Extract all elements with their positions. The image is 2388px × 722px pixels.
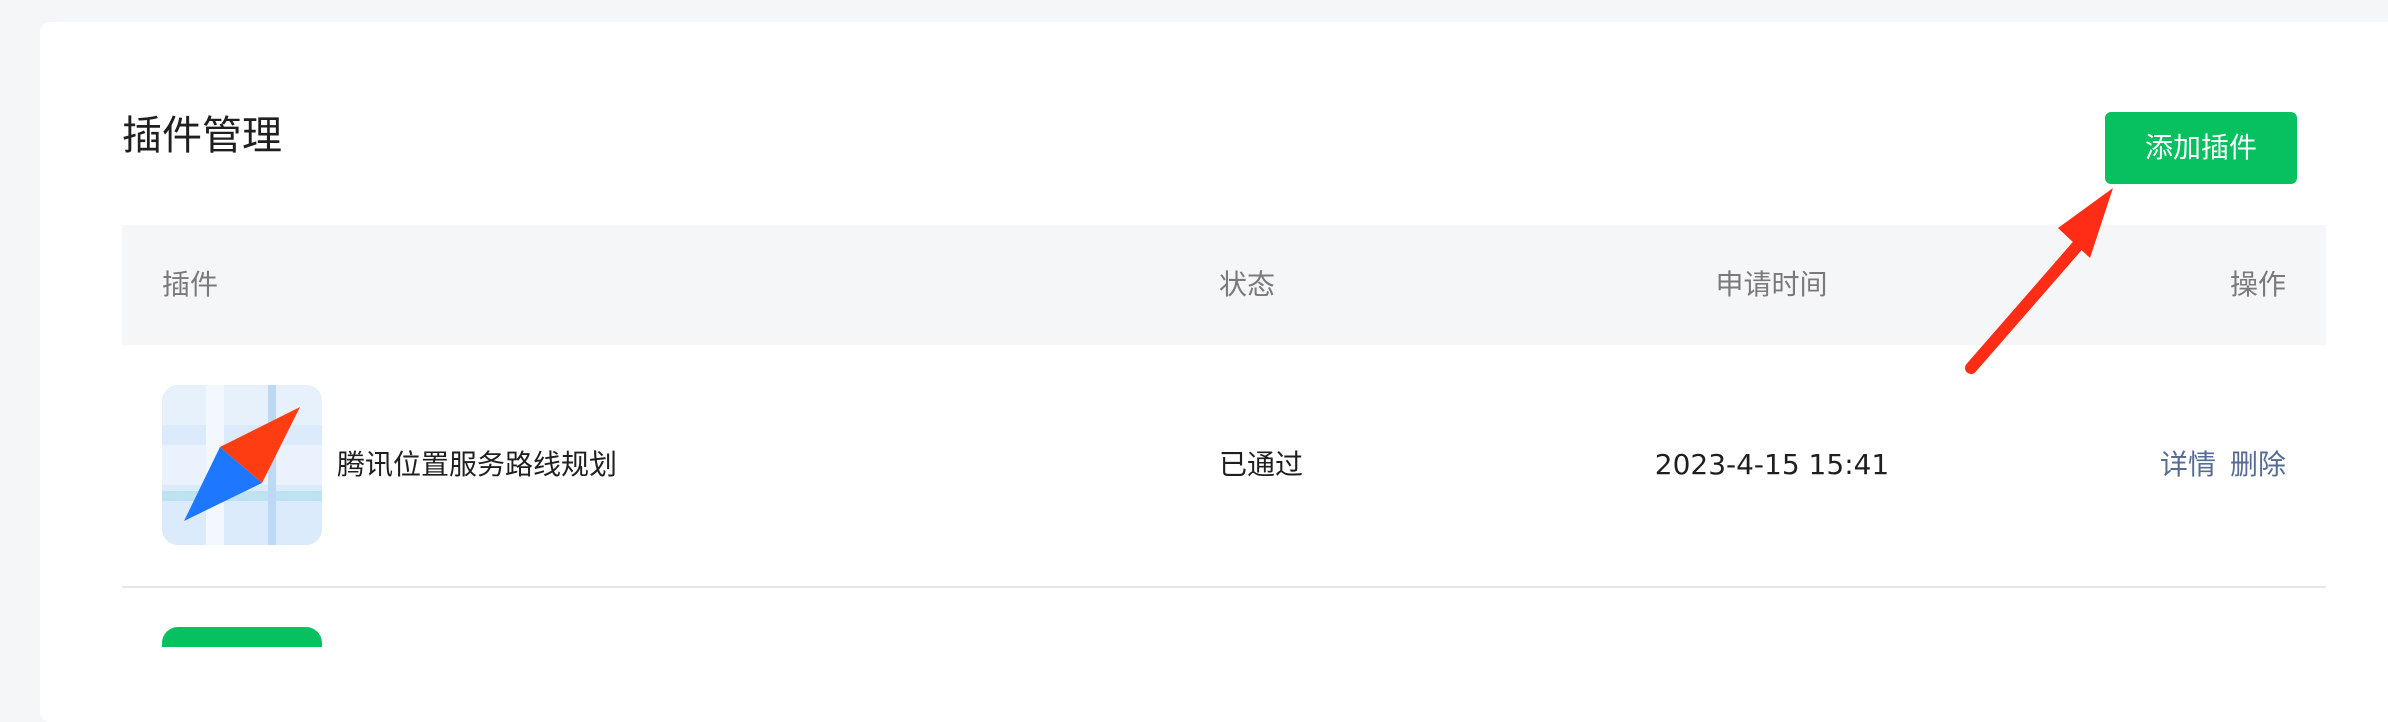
plugin-name: 腾讯位置服务路线规划	[337, 448, 618, 481]
status-text: 已通过	[1219, 448, 1304, 481]
column-header-application-time: 申请时间	[1715, 268, 1828, 301]
next-plugin-icon-partial	[162, 627, 322, 647]
column-header-status: 状态	[1219, 268, 1276, 301]
table-row: 腾讯位置服务路线规划 已通过 2023-4-15 15:41 详情 删除	[122, 345, 2326, 588]
details-link[interactable]: 详情	[2160, 445, 2216, 485]
table-header: 插件 状态 申请时间 操作	[122, 225, 2326, 345]
page-title: 插件管理	[122, 113, 282, 159]
application-time: 2023-4-15 15:41	[1654, 448, 1890, 481]
row-actions: 详情 删除	[2160, 445, 2286, 485]
add-plugin-button[interactable]: 添加插件	[2105, 112, 2297, 184]
map-compass-icon	[162, 385, 322, 545]
delete-link[interactable]: 删除	[2230, 445, 2286, 485]
column-header-plugin: 插件	[162, 268, 219, 301]
column-header-actions: 操作	[2229, 268, 2286, 301]
